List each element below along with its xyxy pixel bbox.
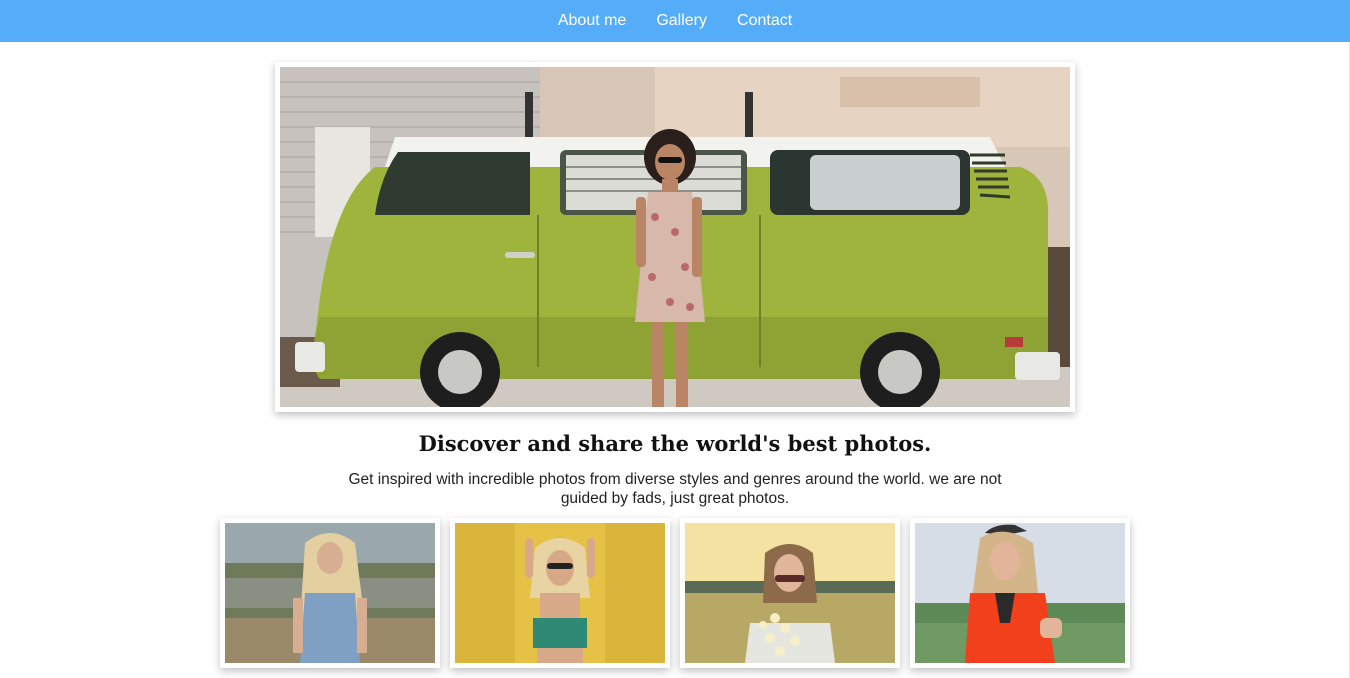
page-headline: Discover and share the world's best phot… bbox=[418, 431, 932, 456]
photo-yellow-wall-icon bbox=[455, 523, 665, 663]
gallery-thumbnail-3[interactable] bbox=[680, 518, 900, 668]
nav-link-about[interactable]: About me bbox=[558, 12, 626, 30]
gallery-thumbnail-1[interactable] bbox=[220, 518, 440, 668]
gallery-thumbnail-2[interactable] bbox=[450, 518, 670, 668]
hero-photo bbox=[280, 67, 1070, 407]
gallery-thumbnail-4[interactable] bbox=[910, 518, 1130, 668]
top-navbar: About me Gallery Contact bbox=[0, 0, 1350, 42]
page-subtext: Get inspired with incredible photos from… bbox=[348, 471, 1002, 507]
photo-sunset-flowers-icon bbox=[685, 523, 895, 663]
photo-red-sweater-icon bbox=[915, 523, 1125, 663]
nav-link-gallery[interactable]: Gallery bbox=[656, 12, 707, 30]
nav-link-contact[interactable]: Contact bbox=[737, 12, 792, 30]
hero-image-frame bbox=[275, 62, 1075, 412]
photo-blonde-field-icon bbox=[225, 523, 435, 663]
